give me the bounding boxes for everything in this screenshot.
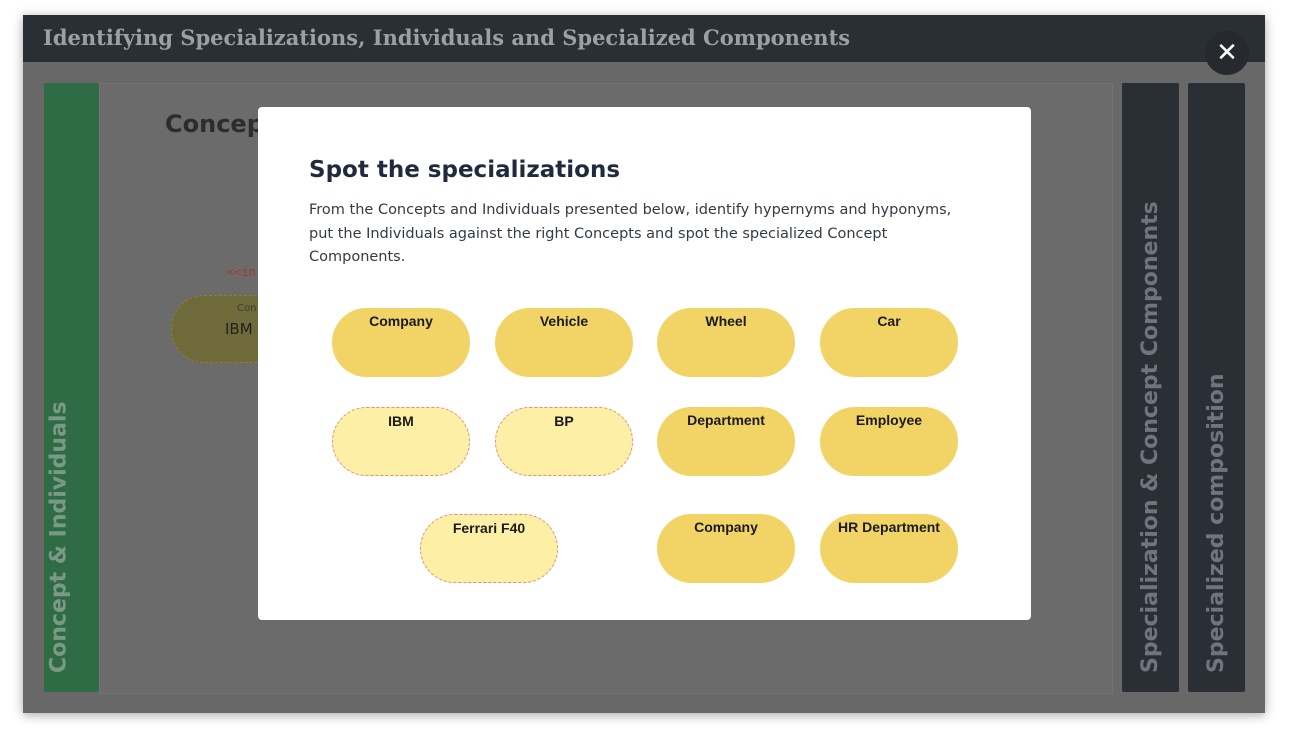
- tab-label: Concept & Individuals: [46, 401, 72, 673]
- tab-label: Specialization & Concept Components: [1138, 201, 1163, 673]
- modal-title: Spot the specializations: [309, 157, 621, 183]
- tab-label: Specialized composition: [1204, 373, 1229, 673]
- background-stereotype: <<in: [227, 265, 256, 279]
- modal-description: From the Concepts and Individuals presen…: [309, 202, 952, 265]
- tab-concept-individuals[interactable]: Concept & Individuals: [44, 83, 99, 692]
- close-icon[interactable]: ✕: [1205, 31, 1249, 75]
- pill-concept-vehicle[interactable]: Vehicle: [495, 308, 633, 377]
- tab-specialization-components[interactable]: Specialization & Concept Components: [1122, 83, 1179, 692]
- pill-individual-bp[interactable]: BP: [495, 407, 633, 476]
- pill-concept-wheel[interactable]: Wheel: [657, 308, 795, 377]
- background-pill-name: IBM: [225, 320, 253, 338]
- window-title: Identifying Specializations, Individuals…: [43, 25, 851, 50]
- instructions-modal: Spot the specializations From the Concep…: [258, 107, 1031, 620]
- background-pill-type: Con: [237, 303, 257, 314]
- pill-individual-ferrari-f40[interactable]: Ferrari F40: [420, 514, 558, 583]
- pill-concept-car[interactable]: Car: [820, 308, 958, 377]
- pill-concept-company[interactable]: Company: [332, 308, 470, 377]
- pill-concept-company-2[interactable]: Company: [657, 514, 795, 583]
- tab-specialized-composition[interactable]: Specialized composition: [1188, 83, 1245, 692]
- pill-concept-hr-department[interactable]: HR Department: [820, 514, 958, 583]
- close-symbol: ✕: [1216, 38, 1238, 68]
- background-heading: Concep: [165, 110, 264, 138]
- pill-concept-employee[interactable]: Employee: [820, 407, 958, 476]
- title-bar: Identifying Specializations, Individuals…: [23, 15, 1265, 62]
- pill-concept-department[interactable]: Department: [657, 407, 795, 476]
- pill-individual-ibm[interactable]: IBM: [332, 407, 470, 476]
